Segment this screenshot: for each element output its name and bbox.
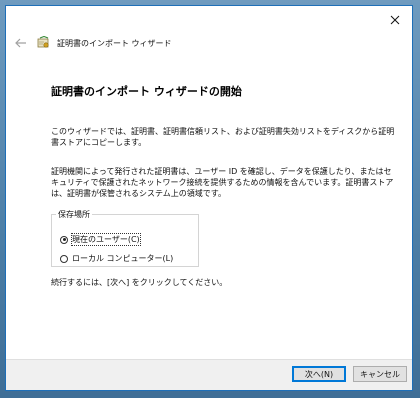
radio-local-machine[interactable]: ローカル コンピューター(L) xyxy=(60,253,173,264)
wizard-title: 証明書のインポート ウィザード xyxy=(57,38,172,48)
radio-checked-icon[interactable] xyxy=(60,235,68,244)
radio-label-local-machine: ローカル コンピューター(L) xyxy=(72,254,174,263)
page-title: 証明書のインポート ウィザードの開始 xyxy=(51,85,242,98)
close-button[interactable] xyxy=(384,10,406,30)
radio-current-user[interactable]: 現在のユーザー(C) xyxy=(60,233,141,246)
radio-unchecked-icon[interactable] xyxy=(60,254,68,263)
description-paragraph: 証明機関によって発行された証明書は、ユーザー ID を確認し、データを保護したり… xyxy=(51,167,394,198)
continue-instruction: 続行するには、[次へ] をクリックしてください。 xyxy=(51,278,228,287)
store-location-group: 保存場所 現在のユーザー(C) ローカル コンピューター(L) xyxy=(51,209,199,267)
store-location-legend: 保存場所 xyxy=(58,210,90,219)
wizard-window: 証明書のインポート ウィザード 証明書のインポート ウィザードの開始 このウィザ… xyxy=(5,5,413,391)
intro-paragraph: このウィザードでは、証明書、証明書信頼リスト、および証明書失効リストをディスクか… xyxy=(51,127,395,147)
radio-label-current-user: 現在のユーザー(C) xyxy=(71,233,141,246)
wizard-footer: 次へ(N) キャンセル xyxy=(6,359,412,390)
close-icon xyxy=(390,15,400,25)
cancel-button[interactable]: キャンセル xyxy=(353,366,407,382)
certificate-icon xyxy=(37,36,51,50)
back-arrow-icon[interactable] xyxy=(14,36,28,50)
next-button[interactable]: 次へ(N) xyxy=(292,366,346,382)
wizard-header: 証明書のインポート ウィザード xyxy=(14,35,172,51)
